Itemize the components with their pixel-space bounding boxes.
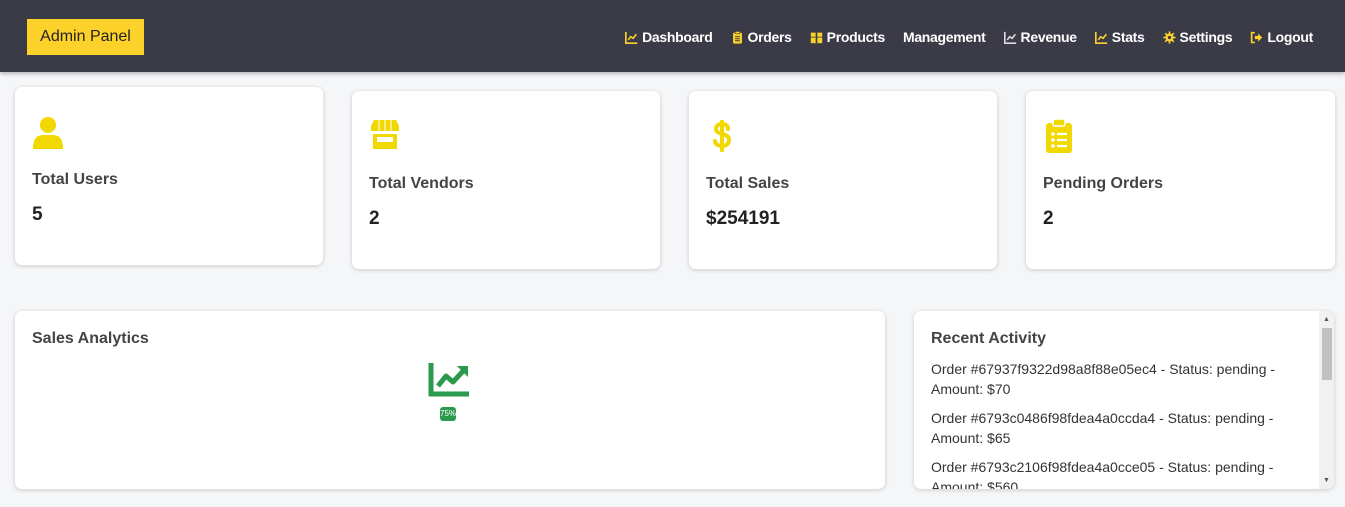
stat-card-vendors: Total Vendors 2 <box>352 91 660 269</box>
scroll-thumb[interactable] <box>1322 328 1332 380</box>
sign-out-icon <box>1251 31 1263 43</box>
activity-list: Order #67937f9322d98a8f88e05ec4 - Status… <box>931 359 1286 489</box>
nav-stats[interactable]: Stats <box>1094 28 1145 46</box>
panel-title: Sales Analytics <box>32 330 149 347</box>
nav-products[interactable]: Products <box>810 28 885 46</box>
stat-value: 2 <box>369 208 380 229</box>
stat-label: Total Vendors <box>369 175 474 192</box>
chart-percentage-badge: 75% <box>440 407 456 421</box>
nav-dashboard-label: Dashboard <box>642 29 713 45</box>
stat-label: Total Sales <box>706 175 790 192</box>
nav-settings[interactable]: Settings <box>1162 28 1233 46</box>
sales-analytics-panel: Sales Analytics 75% <box>15 311 885 489</box>
activity-scrollbar[interactable]: ▲ ▼ <box>1319 311 1334 489</box>
stat-value: $254191 <box>706 208 780 229</box>
clipboard-list-icon <box>1046 119 1072 153</box>
nav-settings-label: Settings <box>1179 29 1233 45</box>
nav-logout-label: Logout <box>1267 29 1313 45</box>
navbar: Admin Panel Dashboard Orders Products Ma… <box>0 0 1345 72</box>
nav-management[interactable]: Management <box>903 28 986 46</box>
panel-title: Recent Activity <box>931 330 1046 347</box>
stat-value: 2 <box>1043 208 1054 229</box>
stat-card-pending-orders: Pending Orders 2 <box>1026 91 1335 269</box>
stat-label: Total Users <box>32 171 118 188</box>
gear-icon <box>1162 30 1176 44</box>
clipboard-icon <box>732 30 742 44</box>
nav-orders-label: Orders <box>747 29 792 45</box>
nav-revenue[interactable]: Revenue <box>1003 28 1078 46</box>
scroll-down-arrow-icon[interactable]: ▼ <box>1319 474 1334 487</box>
stat-label: Pending Orders <box>1043 175 1164 192</box>
stat-card-users: Total Users 5 <box>15 87 323 265</box>
activity-item: Order #6793c2106f98fdea4a0cce05 - Status… <box>931 459 1274 489</box>
store-icon <box>371 120 399 149</box>
chart-line-icon <box>428 363 469 397</box>
nav-revenue-label: Revenue <box>1020 29 1078 45</box>
nav-dashboard[interactable]: Dashboard <box>625 28 713 46</box>
activity-item: Order #67937f9322d98a8f88e05ec4 - Status… <box>931 361 1276 397</box>
stat-value: 5 <box>32 204 43 225</box>
nav-stats-label: Stats <box>1111 29 1145 45</box>
recent-activity-panel: Recent Activity Order #67937f9322d98a8f8… <box>914 311 1334 489</box>
nav-logout[interactable]: Logout <box>1250 28 1313 46</box>
activity-item: Order #6793c0486f98fdea4a0ccda4 - Status… <box>931 410 1274 446</box>
dollar-icon <box>713 120 732 152</box>
box-icon <box>810 32 822 43</box>
scroll-up-arrow-icon[interactable]: ▲ <box>1319 313 1334 326</box>
line-chart-icon <box>625 31 638 44</box>
nav-orders[interactable]: Orders <box>731 28 792 46</box>
nav-products-label: Products <box>826 29 886 45</box>
main-nav: Dashboard Orders Products Management Rev… <box>625 28 1313 46</box>
brand-logo[interactable]: Admin Panel <box>27 19 144 55</box>
user-icon <box>33 117 63 149</box>
line-chart-icon <box>1003 31 1016 44</box>
nav-management-label: Management <box>902 29 986 45</box>
stat-card-sales: Total Sales $254191 <box>689 91 997 269</box>
line-chart-icon <box>1094 31 1107 44</box>
